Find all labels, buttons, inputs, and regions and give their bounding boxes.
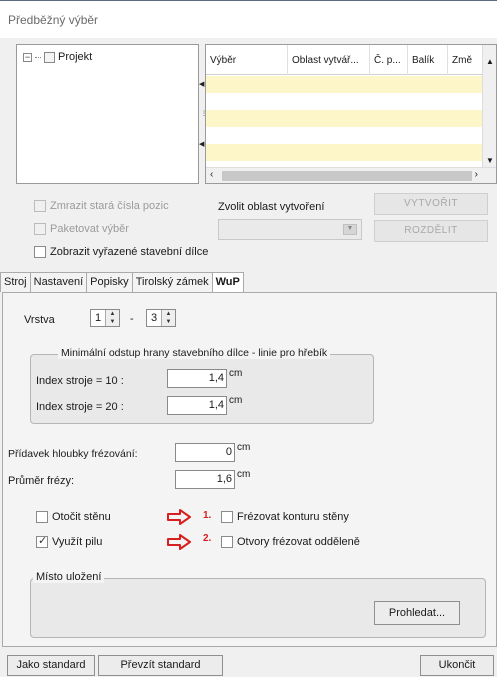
as-standard-button[interactable]: Jako standard — [7, 655, 95, 676]
show-excluded-checkbox[interactable] — [34, 246, 46, 258]
take-standard-button[interactable]: Převzít standard — [98, 655, 223, 676]
grid-column-header[interactable]: Oblast vytvář... — [288, 45, 370, 75]
grid-column-header[interactable]: Změ — [448, 45, 484, 75]
milling-depth-input[interactable]: 0 — [175, 443, 235, 462]
grid-column-header[interactable]: Výběr — [206, 45, 288, 75]
use-saw-checkbox[interactable] — [36, 534, 48, 548]
cutter-diameter-input[interactable]: 1,6 — [175, 470, 235, 489]
index10-unit: cm — [229, 368, 243, 379]
stepper-arrows-icon[interactable]: ▲ ▼ — [161, 310, 175, 326]
mill-contour-label: Frézovat konturu stěny — [237, 511, 349, 523]
red-arrow-icon — [167, 509, 191, 525]
grid-column-header[interactable]: Č. p... — [370, 45, 408, 75]
index20-label: Index stroje = 20 : — [36, 401, 124, 413]
layer-to-stepper[interactable]: 3 ▲ ▼ — [146, 309, 176, 327]
scroll-right-icon[interactable]: › — [475, 169, 478, 180]
tab-wup[interactable]: WuP — [211, 272, 244, 293]
index10-label: Index stroje = 10 : — [36, 375, 124, 387]
split-button[interactable]: ROZDĚLIT — [374, 220, 488, 242]
grid-column-header[interactable]: Balík — [408, 45, 448, 75]
milling-depth-label: Přídavek hloubky frézování: — [8, 448, 138, 460]
package-selection-option[interactable]: Paketovat výběr — [34, 223, 129, 235]
tab-tirolsky-zamek[interactable]: Tirolský zámek — [131, 272, 213, 292]
mill-openings-option[interactable]: Otvory frézovat odděleně — [221, 536, 360, 548]
scroll-down-icon[interactable]: ▼ — [486, 156, 494, 165]
show-excluded-label: Zobrazit vyřazené stavební dílce — [50, 246, 209, 258]
index10-input[interactable]: 1,4 — [167, 369, 227, 388]
splitter-left-arrow-icon[interactable]: ◀ — [199, 80, 204, 88]
rotate-wall-checkbox[interactable] — [36, 511, 48, 523]
cutter-diameter-unit: cm — [237, 469, 251, 480]
milling-depth-unit: cm — [237, 442, 251, 453]
table-row[interactable] — [206, 76, 484, 93]
use-saw-option[interactable]: Využít pilu — [36, 534, 103, 548]
browse-button[interactable]: Prohledat... — [374, 601, 460, 625]
tree-node-project[interactable]: − Projekt — [23, 51, 92, 63]
choose-area-label: Zvolit oblast vytvoření — [218, 201, 325, 213]
title-bar: Předběžný výběr — [0, 0, 497, 38]
layer-label: Vrstva — [24, 314, 55, 326]
scroll-thumb[interactable] — [222, 171, 472, 181]
cutter-diameter-label: Průměr frézy: — [8, 475, 75, 487]
tab-bar: Stroj Nastavení Popisky Tirolský zámek W… — [0, 272, 244, 293]
annotation-number: 2. — [203, 533, 212, 544]
show-excluded-option[interactable]: Zobrazit vyřazené stavební dílce — [34, 246, 208, 258]
tree-connector — [35, 56, 41, 58]
selection-grid[interactable]: Výběr Oblast vytvář... Č. p... Balík Změ… — [205, 44, 497, 184]
annotation-number: 1. — [203, 510, 212, 521]
storage-group-title: Místo uložení — [33, 571, 105, 583]
freeze-numbers-checkbox[interactable] — [34, 200, 46, 212]
use-saw-label: Využít pilu — [52, 536, 103, 548]
package-selection-label: Paketovat výběr — [50, 223, 129, 235]
layer-separator: - — [130, 313, 134, 325]
mill-openings-label: Otvory frézovat odděleně — [237, 536, 360, 548]
layer-to-value[interactable]: 3 — [147, 312, 161, 324]
tree-checkbox[interactable] — [44, 51, 55, 63]
index20-input[interactable]: 1,4 — [167, 396, 227, 415]
tab-nastaveni[interactable]: Nastavení — [29, 272, 88, 292]
mill-contour-option[interactable]: Frézovat konturu stěny — [221, 511, 349, 523]
finish-button[interactable]: Ukončit — [420, 655, 494, 676]
table-row[interactable] — [206, 144, 484, 161]
horizontal-scrollbar[interactable]: ‹ › — [206, 167, 496, 183]
window-title: Předběžný výběr — [8, 13, 99, 27]
min-distance-group-title: Minimální odstup hrany stavebního dílce … — [58, 347, 331, 359]
stepper-arrows-icon[interactable]: ▲ ▼ — [105, 310, 119, 326]
table-row[interactable] — [206, 93, 484, 110]
vertical-scrollbar[interactable]: ▲ ▼ — [482, 45, 496, 169]
freeze-numbers-label: Zmrazit stará čísla pozic — [50, 200, 169, 212]
grid-header: Výběr Oblast vytvář... Č. p... Balík Změ — [206, 45, 484, 75]
freeze-numbers-option[interactable]: Zmrazit stará čísla pozic — [34, 200, 169, 212]
scroll-up-icon[interactable]: ▲ — [486, 57, 494, 66]
tab-stroj[interactable]: Stroj — [0, 272, 31, 292]
layer-from-stepper[interactable]: 1 ▲ ▼ — [90, 309, 120, 327]
dropdown-arrow-icon[interactable]: ▼ — [343, 224, 357, 235]
layer-from-value[interactable]: 1 — [91, 312, 105, 324]
rotate-wall-option[interactable]: Otočit stěnu — [36, 511, 111, 523]
project-tree[interactable]: − Projekt — [16, 44, 199, 184]
expand-icon[interactable]: − — [23, 52, 32, 62]
splitter-left-arrow-icon[interactable]: ◀ — [199, 140, 204, 148]
index20-unit: cm — [229, 395, 243, 406]
create-button[interactable]: VYTVOŘIT — [374, 193, 488, 215]
area-combobox[interactable]: ▼ — [218, 219, 362, 240]
table-row[interactable] — [206, 110, 484, 127]
table-row[interactable] — [206, 127, 484, 144]
rotate-wall-label: Otočit stěnu — [52, 511, 111, 523]
red-arrow-icon — [167, 534, 191, 550]
tree-node-label: Projekt — [58, 51, 93, 63]
scroll-left-icon[interactable]: ‹ — [210, 169, 213, 180]
mill-contour-checkbox[interactable] — [221, 511, 233, 523]
package-selection-checkbox[interactable] — [34, 223, 46, 235]
mill-openings-checkbox[interactable] — [221, 536, 233, 548]
tab-popisky[interactable]: Popisky — [86, 272, 133, 292]
